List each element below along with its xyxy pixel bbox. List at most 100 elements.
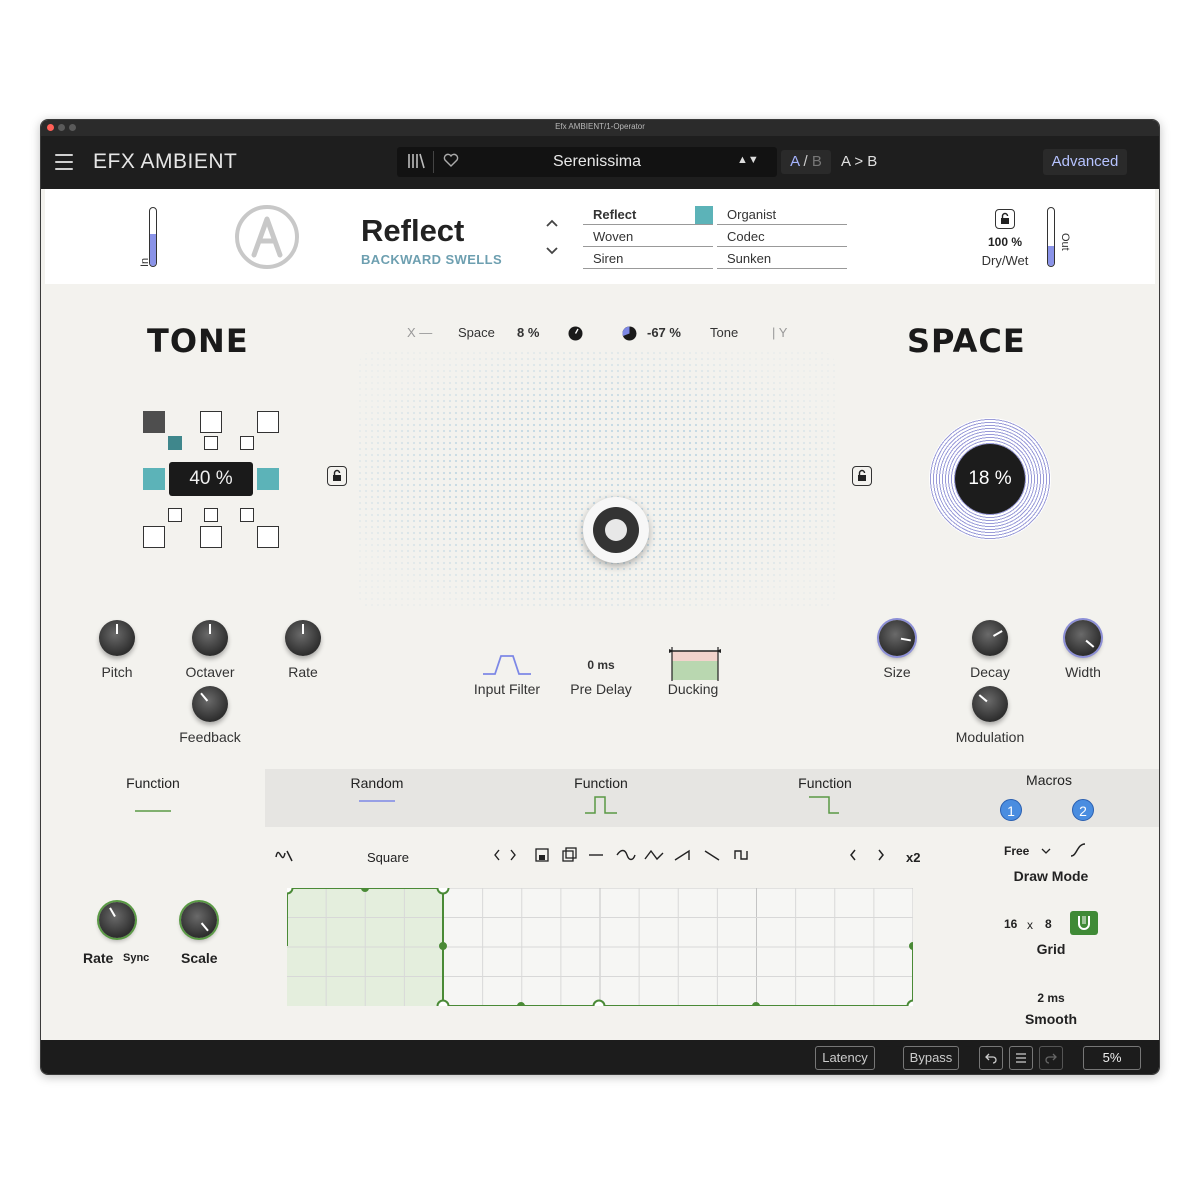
advanced-button[interactable]: Advanced <box>1043 149 1127 175</box>
waveform-icon[interactable] <box>275 847 293 866</box>
size-knob[interactable] <box>879 620 915 656</box>
curve-point[interactable] <box>436 999 450 1007</box>
mod-rate-label: Rate <box>83 950 113 966</box>
function-graph[interactable] <box>287 888 913 1006</box>
sync-toggle[interactable]: Sync <box>123 952 149 964</box>
app-title-name: AMBIENT <box>140 150 238 173</box>
latency-button[interactable]: Latency <box>815 1046 875 1070</box>
tone-cell[interactable] <box>143 468 165 490</box>
space-readout-label: Space <box>458 325 495 340</box>
mode-up-chevron-icon[interactable] <box>545 215 559 231</box>
mode-item-reflect[interactable]: Reflect <box>583 205 713 225</box>
output-level-slider[interactable] <box>1047 207 1055 267</box>
grid-x-value[interactable]: 16 <box>1004 917 1017 931</box>
tone-cell[interactable] <box>143 411 165 433</box>
history-menu-icon[interactable] <box>1009 1046 1033 1070</box>
draw-mode-dropdown[interactable]: Free <box>1004 844 1029 858</box>
preset-browser-bar: Serenissima ▲▼ <box>397 147 777 177</box>
space-lock-icon[interactable] <box>852 466 872 486</box>
mode-item-organist[interactable]: Organist <box>717 205 847 225</box>
top-bar: EFX AMBIENT Serenissima ▲▼ A / B A > B A… <box>41 136 1159 189</box>
drywet-lock-icon[interactable] <box>995 209 1015 229</box>
shape-nav-icons <box>493 847 755 866</box>
feedback-knob[interactable] <box>192 686 228 722</box>
hamburger-menu-icon[interactable] <box>55 154 73 170</box>
pre-delay-label: Pre Delay <box>570 681 632 697</box>
rate-label: Rate <box>288 664 318 680</box>
tone-cell[interactable] <box>240 436 254 450</box>
tone-cell[interactable] <box>204 508 218 522</box>
mode-item-siren[interactable]: Siren <box>583 249 713 269</box>
tone-readout-value: -67 % <box>647 325 681 340</box>
mode-item-woven[interactable]: Woven <box>583 227 713 247</box>
ab-a-label: A <box>790 153 800 170</box>
tone-cell[interactable] <box>200 526 222 548</box>
magnet-snap-icon[interactable] <box>1070 911 1098 935</box>
tone-value-display[interactable]: 40 % <box>169 462 253 496</box>
multiplier-value[interactable]: x2 <box>906 850 920 865</box>
mode-item-sunken[interactable]: Sunken <box>717 249 847 269</box>
tone-cell[interactable] <box>204 436 218 450</box>
ab-compare-toggle[interactable]: A / B <box>781 150 831 174</box>
smooth-value[interactable]: 2 ms <box>1001 991 1101 1005</box>
macro-1-button[interactable]: 1 <box>1000 799 1022 821</box>
prev-icon[interactable] <box>847 847 859 866</box>
feedback-label: Feedback <box>179 729 241 745</box>
app-title-prefix: EFX <box>93 150 136 173</box>
tab-function-1[interactable]: Function <box>41 769 265 827</box>
width-knob[interactable] <box>1065 620 1101 656</box>
mode-item-codec[interactable]: Codec <box>717 227 847 247</box>
copy-a-to-b-button[interactable]: A > B <box>841 153 877 170</box>
tab-random[interactable]: Random <box>265 769 489 827</box>
smooth-label: Smooth <box>1024 1011 1078 1027</box>
curve-point[interactable] <box>439 942 447 950</box>
library-icon[interactable] <box>407 153 425 171</box>
preset-prev-next-arrows[interactable]: ▲▼ <box>737 154 759 166</box>
tone-cell[interactable] <box>200 411 222 433</box>
pre-delay-value[interactable]: 0 ms <box>551 658 651 672</box>
tone-cell[interactable] <box>143 526 165 548</box>
tone-cell[interactable] <box>257 468 279 490</box>
pitch-knob[interactable] <box>99 620 135 656</box>
y-axis-label: | Y <box>772 325 788 340</box>
curve-point[interactable] <box>436 888 450 895</box>
tab-function-3[interactable]: Function <box>713 769 937 827</box>
curve-point[interactable] <box>361 888 369 892</box>
tone-cell[interactable] <box>257 526 279 548</box>
tone-cell[interactable] <box>257 411 279 433</box>
window-title: Efx AMBIENT/1-Operator <box>555 122 645 131</box>
pitch-label: Pitch <box>101 664 133 680</box>
chevron-down-icon[interactable] <box>1040 844 1052 862</box>
heart-icon[interactable] <box>443 153 459 171</box>
decay-knob[interactable] <box>972 620 1008 656</box>
bypass-button[interactable]: Bypass <box>903 1046 959 1070</box>
redo-icon[interactable] <box>1039 1046 1063 1070</box>
macro-2-button[interactable]: 2 <box>1072 799 1094 821</box>
mod-scale-knob[interactable] <box>181 902 217 938</box>
octaver-knob[interactable] <box>192 620 228 656</box>
curve-point[interactable] <box>909 942 913 950</box>
curve-point[interactable] <box>752 1002 760 1006</box>
curve-point[interactable] <box>592 999 606 1007</box>
modulation-knob[interactable] <box>972 686 1008 722</box>
drywet-value: 100 % <box>987 235 1023 249</box>
mod-rate-knob[interactable] <box>99 902 135 938</box>
tone-cell[interactable] <box>240 508 254 522</box>
undo-icon[interactable] <box>979 1046 1003 1070</box>
rate-knob[interactable] <box>285 620 321 656</box>
curve-point[interactable] <box>517 1002 525 1006</box>
next-icon[interactable] <box>875 847 887 866</box>
grid-y-value[interactable]: 8 <box>1045 917 1052 931</box>
tab-function-2[interactable]: Function <box>489 769 713 827</box>
tone-lock-icon[interactable] <box>327 466 347 486</box>
tab-label: Function <box>798 775 852 791</box>
curve-icon[interactable] <box>1069 842 1087 863</box>
shape-name[interactable]: Square <box>367 850 409 865</box>
tone-cell[interactable] <box>168 436 182 450</box>
tone-cell[interactable] <box>168 508 182 522</box>
xy-puck-handle[interactable] <box>583 497 649 563</box>
mode-down-chevron-icon[interactable] <box>545 243 559 259</box>
drywet-label: Dry/Wet <box>981 253 1029 268</box>
input-filter-icon[interactable] <box>481 652 533 681</box>
preset-name[interactable]: Serenissima <box>507 153 687 171</box>
